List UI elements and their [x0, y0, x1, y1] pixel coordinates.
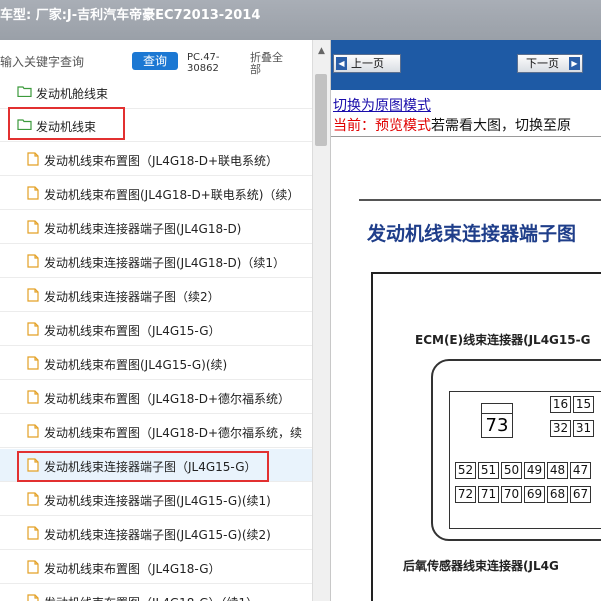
document-icon	[27, 526, 39, 543]
document-icon	[27, 594, 39, 601]
mode-status-current: 当前：预览模式	[333, 118, 431, 134]
highlight-box	[17, 451, 269, 482]
tree-document[interactable]: 发动机线束连接器端子图(JL4G18-D)（续1）	[0, 245, 312, 278]
page-rule	[359, 199, 601, 201]
tree-document[interactable]: 发动机线束布置图（JL4G15-G）	[0, 313, 312, 346]
tree-document[interactable]: 发动机线束布置图(JL4G18-D+联电系统)（续）	[0, 177, 312, 210]
document-icon	[27, 560, 39, 577]
tree-folder[interactable]: 发动机舱线束	[0, 76, 312, 109]
tree-item-label: 发动机线束连接器端子图(JL4G15-G)(续1)	[44, 494, 271, 508]
tree-document[interactable]: 发动机线束布置图（JL4G18-D+联电系统）	[0, 143, 312, 176]
prev-page-label: 上一页	[351, 57, 384, 70]
tree-item-label: 发动机线束连接器端子图（续2）	[44, 290, 220, 304]
connector-pin: 71	[478, 486, 499, 503]
connector-pin: 49	[524, 462, 545, 479]
highlight-box	[8, 107, 125, 140]
connector-pin: 69	[524, 486, 545, 503]
mode-status-hint: 若需看大图，切换至原	[431, 118, 571, 134]
connector-pin: 70	[501, 486, 522, 503]
pin-73: 73	[481, 413, 513, 438]
tree-item-label: 发动机线束布置图（JL4G18-D+联电系统）	[44, 154, 279, 168]
search-input[interactable]	[0, 53, 122, 71]
tree-item-label: 发动机线束连接器端子图(JL4G15-G)(续2)	[44, 528, 271, 542]
document-icon	[27, 220, 39, 237]
document-icon	[27, 322, 39, 339]
tree-document[interactable]: 发动机线束布置图（JL4G18-G）	[0, 551, 312, 584]
document-icon	[27, 254, 39, 271]
document-icon	[27, 356, 39, 373]
document-icon	[27, 492, 39, 509]
scroll-up-arrow-icon[interactable]: ▲	[313, 44, 330, 58]
tree-item-label: 发动机线束布置图（JL4G18-D+德尔福系统）	[44, 392, 291, 406]
tree-item-label: 发动机线束布置图(JL4G15-G)(续)	[44, 358, 228, 372]
preview-panel: ◀ 上一页 下一页 ▶ 切换为原图模式 当前：预览模式若需看大图，切换至原 发动…	[331, 40, 601, 601]
tree-item-label: 发动机舱线束	[36, 87, 109, 101]
connector-pin: 51	[478, 462, 499, 479]
tree-document[interactable]: 发动机线束布置图(JL4G15-G)(续)	[0, 347, 312, 380]
tree-item-label: 发动机线束布置图（JL4G18-G）	[44, 562, 221, 576]
ecm-connector-label: ECM(E)线束连接器(JL4G15-G	[415, 333, 591, 347]
document-icon	[27, 186, 39, 203]
query-button[interactable]: 查询	[132, 52, 178, 70]
tree-document[interactable]: 发动机线束连接器端子图(JL4G15-G)(续2)	[0, 517, 312, 550]
document-icon	[27, 152, 39, 169]
title-bar: 车型: 厂家:J-吉利汽车帝豪EC72013-2014	[0, 0, 601, 40]
o2-sensor-connector-label: 后氧传感器线束连接器(JL4G	[403, 559, 559, 573]
connector-pin: 32	[550, 420, 571, 437]
switch-original-mode-link[interactable]: 切换为原图模式	[333, 95, 431, 115]
folder-icon	[17, 85, 32, 100]
document-icon	[27, 390, 39, 407]
tree-scrollbar[interactable]: ▲	[312, 40, 330, 601]
connector-pin: 52	[455, 462, 476, 479]
window-title: 车型: 厂家:J-吉利汽车帝豪EC72013-2014	[0, 8, 261, 23]
connector-pin: 48	[547, 462, 568, 479]
diagram-title: 发动机线束连接器端子图	[367, 223, 577, 245]
tree-document[interactable]: 发动机线束布置图（JL4G18-D+德尔福系统，续	[0, 415, 312, 448]
catalog-panel: 查询 PC.47-30862 折叠全部 发动机舱线束发动机线束发动机线束布置图（…	[0, 40, 331, 601]
tree-item-label: 发动机线束布置图（JL4G18-D+德尔福系统，续	[44, 426, 303, 440]
tree-item-label: 发动机线束布置图（JL4G18-G）（续1）	[44, 594, 258, 601]
document-icon	[27, 288, 39, 305]
connector-pin: 68	[547, 486, 568, 503]
document-icon	[27, 424, 39, 441]
connector-pin: 47	[570, 462, 591, 479]
right-arrow-icon: ▶	[569, 57, 580, 70]
connector-pin: 16	[550, 396, 571, 413]
connector-pin: 15	[573, 396, 594, 413]
next-page-label: 下一页	[526, 57, 559, 70]
tree-document[interactable]: 发动机线束连接器端子图（续2）	[0, 279, 312, 312]
left-arrow-icon: ◀	[336, 57, 347, 70]
tree-document[interactable]: 发动机线束连接器端子图(JL4G18-D)	[0, 211, 312, 244]
tree-document[interactable]: 发动机线束连接器端子图(JL4G15-G)(续1)	[0, 483, 312, 516]
collapse-all-button[interactable]: 折叠全部	[250, 52, 292, 76]
tree-item-label: 发动机线束连接器端子图(JL4G18-D)（续1）	[44, 256, 285, 270]
next-page-button[interactable]: 下一页 ▶	[517, 54, 583, 73]
prev-page-button[interactable]: ◀ 上一页	[333, 54, 401, 73]
mode-status: 当前：预览模式若需看大图，切换至原	[333, 115, 571, 135]
pc-code: PC.47-30862	[187, 52, 220, 74]
pin-73-cap	[481, 403, 513, 413]
tree-document[interactable]: 发动机线束布置图（JL4G18-D+德尔福系统）	[0, 381, 312, 414]
connector-pin: 50	[501, 462, 522, 479]
tree-item-label: 发动机线束连接器端子图(JL4G18-D)	[44, 222, 242, 236]
page-nav-bar: ◀ 上一页 下一页 ▶	[331, 40, 601, 90]
tree-item-label: 发动机线束布置图(JL4G18-D+联电系统)（续）	[44, 188, 300, 202]
connector-pin: 67	[570, 486, 591, 503]
connector-pin: 31	[573, 420, 594, 437]
diagram-page: 发动机线束连接器端子图 ECM(E)线束连接器(JL4G15-G 73 16 15…	[331, 137, 601, 601]
tree-item-label: 发动机线束布置图（JL4G15-G）	[44, 324, 221, 338]
tree-document[interactable]: 发动机线束布置图（JL4G18-G）（续1）	[0, 585, 312, 601]
connector-pin: 72	[455, 486, 476, 503]
scroll-thumb[interactable]	[315, 74, 327, 146]
